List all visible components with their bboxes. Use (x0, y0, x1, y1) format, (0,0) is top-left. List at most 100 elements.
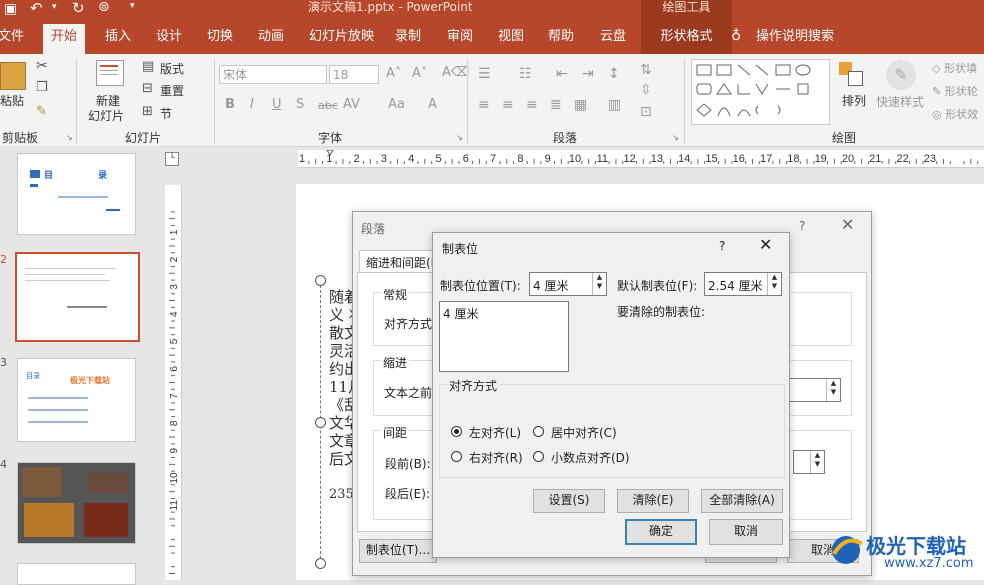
radio-right-label[interactable]: 右对齐(R) (469, 449, 523, 466)
increase-indent-icon[interactable]: ⇥ (582, 66, 594, 82)
tab-review[interactable]: 审阅 (447, 22, 473, 54)
slide-thumb-4[interactable] (17, 462, 136, 544)
radio-center-label[interactable]: 居中对齐(C) (551, 424, 617, 441)
vertical-ruler[interactable]: 1 2 3 4 5 6 7 8 9 10 11 (165, 185, 182, 580)
set-button[interactable]: 设置(S) (533, 489, 605, 513)
spinner-arrows-icon[interactable]: ▲ ▼ (592, 273, 606, 295)
present-icon[interactable]: ⊚ (98, 0, 110, 15)
shadow-icon[interactable]: S (296, 97, 304, 112)
tab-shape-format[interactable]: 形状格式 (641, 22, 732, 54)
new-slide-button-line2[interactable]: 幻灯片 (88, 107, 124, 124)
format-painter-icon[interactable]: ✎ (36, 104, 47, 119)
align-center-icon[interactable]: ≡ (502, 97, 514, 113)
tab-home[interactable]: 开始 (43, 24, 86, 54)
justify-icon[interactable]: ≣ (550, 97, 562, 113)
slide-thumb-2-selected[interactable] (15, 252, 140, 342)
help-icon[interactable]: ? (799, 219, 805, 233)
indent-spinner[interactable]: ▲ ▼ (783, 378, 841, 402)
radio-dot[interactable] (451, 426, 462, 437)
font-size-combo[interactable]: 18 (329, 65, 379, 84)
cancel-button[interactable]: 取消 (709, 519, 783, 545)
font-name-combo[interactable]: 宋体 (219, 65, 327, 84)
ok-button[interactable]: 确定 (625, 519, 697, 545)
bold-icon[interactable]: B (225, 97, 235, 112)
slide-body-text[interactable]: 随着 义 将 散文 灵活 约出 11月 《乱 文华 文章 后文 235 (329, 288, 354, 504)
layout-button[interactable]: 版式 (160, 60, 184, 77)
spinner-arrows-icon[interactable]: ▲ ▼ (767, 273, 781, 295)
radio-dot[interactable] (451, 451, 462, 462)
list-item[interactable]: 4 厘米 (443, 305, 478, 322)
align-text-icon[interactable]: ⇳ (640, 82, 652, 98)
tab-cloud[interactable]: 云盘 (600, 22, 626, 54)
slide-thumb-5[interactable] (17, 563, 136, 585)
paragraph-launcher-icon[interactable]: ↘ (672, 133, 679, 142)
tab-record[interactable]: 录制 (395, 22, 421, 54)
resize-handle[interactable] (315, 558, 326, 569)
horizontal-ruler[interactable]: 1 1 2 3 4 5 6 7 8 9 10 11 12 13 14 15 16 17 18 19 20 21 22 23 (298, 149, 984, 168)
tab-position-input[interactable]: 4 厘米 ▲ ▼ (529, 272, 607, 296)
change-case-icon[interactable]: Aa (388, 97, 405, 112)
shrink-font-icon[interactable]: A˅ (412, 66, 427, 81)
close-icon[interactable]: ✕ (759, 235, 772, 254)
tabs-button[interactable]: 制表位(T)... (359, 539, 437, 563)
save-icon[interactable]: ▣ (4, 1, 17, 17)
tab-file[interactable]: 文件 (0, 22, 24, 54)
shape-effects-button[interactable]: ◎ 形状效 (932, 106, 984, 122)
resize-handle[interactable] (315, 275, 326, 286)
paste-icon[interactable] (0, 62, 26, 90)
spinner-arrows-icon[interactable]: ▲ ▼ (826, 379, 840, 401)
slide-thumb-3[interactable]: 目录 极光下载站 (17, 358, 136, 442)
font-launcher-icon[interactable]: ↘ (456, 133, 463, 142)
clipboard-launcher-icon[interactable]: ↘ (66, 133, 73, 142)
arrange-button[interactable]: 排列 (842, 92, 866, 109)
radio-decimal-label[interactable]: 小数点对齐(D) (551, 449, 630, 466)
tab-view[interactable]: 视图 (498, 22, 524, 54)
clear-button[interactable]: 清除(E) (617, 489, 689, 513)
radio-dot[interactable] (533, 451, 544, 462)
reset-button[interactable]: 重置 (160, 82, 184, 99)
tab-stops-list[interactable]: 4 厘米 (439, 301, 569, 372)
tab-transitions[interactable]: 切换 (207, 22, 233, 54)
tab-selector-icon[interactable]: └ (165, 152, 179, 166)
grow-font-icon[interactable]: A˄ (386, 66, 401, 81)
help-icon[interactable]: ? (719, 239, 725, 253)
distributed-icon[interactable]: ▦ (574, 97, 587, 113)
text-direction-icon[interactable]: ⇅ (640, 62, 652, 78)
close-icon[interactable]: ✕ (841, 215, 854, 234)
slide-thumb-1[interactable]: 目 录 (17, 153, 136, 235)
undo-icon[interactable]: ↶ (30, 0, 43, 17)
char-spacing-icon[interactable]: AV (343, 97, 360, 112)
tab-help[interactable]: 帮助 (548, 22, 574, 54)
radio-left-label[interactable]: 左对齐(L) (469, 424, 521, 441)
arrange-icon[interactable] (839, 62, 863, 86)
decrease-indent-icon[interactable]: ⇤ (556, 66, 568, 82)
bullets-icon[interactable]: ☰ (478, 66, 491, 82)
before-spinner[interactable]: ▲ ▼ (793, 450, 825, 474)
default-tab-input[interactable]: 2.54 厘米 ▲ ▼ (704, 272, 782, 296)
underline-icon[interactable]: U (272, 97, 282, 112)
columns-icon[interactable]: ▥ (608, 97, 621, 113)
tell-me-search[interactable]: 操作说明搜索 (756, 22, 834, 54)
new-slide-icon[interactable] (96, 60, 124, 86)
resize-handle[interactable] (315, 417, 326, 428)
clear-all-button[interactable]: 全部清除(A) (701, 489, 783, 513)
numbering-icon[interactable]: ☷ (519, 66, 532, 82)
redo-icon[interactable]: ↻ (72, 0, 85, 17)
strikethrough-icon[interactable]: abc (318, 99, 338, 112)
cut-icon[interactable]: ✂ (36, 58, 48, 74)
tab-insert[interactable]: 插入 (105, 22, 131, 54)
section-button[interactable]: 节 (160, 105, 172, 122)
copy-icon[interactable]: ❐ (36, 80, 48, 95)
shapes-gallery[interactable] (691, 59, 830, 125)
tab-animations[interactable]: 动画 (258, 22, 284, 54)
clear-format-icon[interactable]: A⌫ (442, 65, 469, 80)
align-right-icon[interactable]: ≡ (526, 97, 538, 113)
shape-outline-button[interactable]: ✎ 形状轮 (932, 83, 984, 99)
font-color-icon[interactable]: A (428, 97, 437, 112)
shape-fill-button[interactable]: ◇ 形状填 (932, 60, 984, 76)
spinner-arrows-icon[interactable]: ▲ ▼ (810, 451, 824, 473)
paste-button[interactable]: 粘贴 (0, 92, 24, 109)
customize-qat-icon[interactable]: ▾ (130, 1, 135, 11)
quick-styles-button[interactable]: 快速样式 (876, 93, 924, 110)
italic-icon[interactable]: I (250, 97, 254, 112)
